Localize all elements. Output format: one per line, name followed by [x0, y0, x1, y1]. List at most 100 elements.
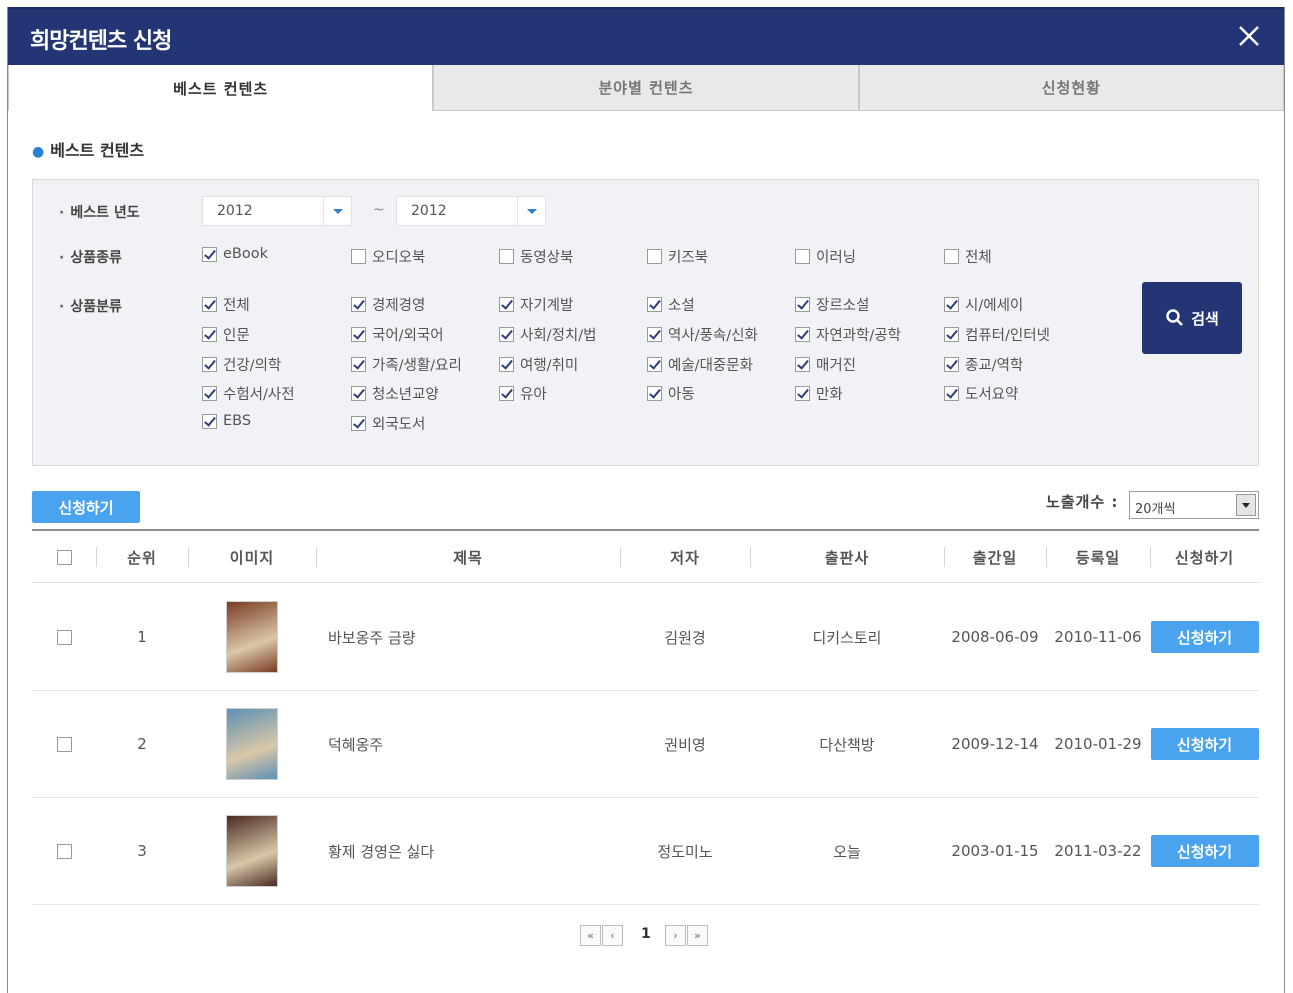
book-cover-image[interactable] — [226, 708, 278, 780]
page-size-select[interactable]: 20개씩 — [1129, 491, 1259, 519]
chevron-down-icon[interactable] — [517, 197, 545, 225]
next-page-button[interactable]: › — [665, 925, 686, 946]
checkbox[interactable] — [795, 357, 810, 372]
category-checkbox[interactable]: 유아 — [499, 383, 547, 404]
category-checkbox[interactable]: 종교/역학 — [944, 354, 1023, 375]
type-checkbox[interactable]: 키즈북 — [647, 246, 708, 267]
checkbox[interactable] — [944, 386, 959, 401]
category-checkbox[interactable]: 역사/풍속/신화 — [647, 324, 758, 345]
category-checkbox[interactable]: 수험서/사전 — [202, 383, 295, 404]
category-checkbox[interactable]: 인문 — [202, 324, 250, 345]
chevron-down-icon[interactable] — [323, 197, 351, 225]
checkbox-label: 자기계발 — [520, 298, 574, 314]
checkbox[interactable] — [795, 327, 810, 342]
last-page-button[interactable]: » — [687, 925, 708, 946]
type-checkbox[interactable]: 오디오북 — [351, 246, 425, 267]
row-checkbox[interactable] — [56, 736, 72, 752]
category-checkbox[interactable]: 소설 — [647, 294, 695, 315]
chevron-down-icon[interactable] — [1236, 494, 1256, 516]
checkbox[interactable] — [499, 386, 514, 401]
category-checkbox[interactable]: 여행/취미 — [499, 354, 578, 375]
checkbox[interactable] — [351, 416, 366, 431]
row-checkbox[interactable] — [56, 629, 72, 645]
year-to-select[interactable]: 2012 — [396, 196, 546, 226]
category-checkbox[interactable]: 전체 — [202, 294, 250, 315]
checkbox[interactable] — [944, 249, 959, 264]
category-checkbox[interactable]: 만화 — [795, 383, 843, 404]
category-checkbox[interactable]: 예술/대중문화 — [647, 354, 753, 375]
category-checkbox[interactable]: 자연과학/공학 — [795, 324, 901, 345]
category-checkbox[interactable]: 도서요약 — [944, 383, 1018, 404]
checkbox[interactable] — [647, 297, 662, 312]
checkbox[interactable] — [944, 357, 959, 372]
prev-page-button[interactable]: ‹ — [602, 925, 623, 946]
checkbox[interactable] — [202, 327, 217, 342]
category-checkbox[interactable]: 외국도서 — [351, 413, 425, 434]
checkbox[interactable] — [202, 413, 217, 429]
checkbox[interactable] — [647, 327, 662, 342]
checkbox[interactable] — [795, 249, 810, 264]
category-checkbox[interactable]: 장르소설 — [795, 294, 869, 315]
select-all-checkbox[interactable] — [56, 549, 72, 565]
category-checkbox[interactable]: 건강/의학 — [202, 354, 281, 375]
checkbox[interactable] — [647, 357, 662, 372]
category-checkbox[interactable]: 매거진 — [795, 354, 856, 375]
category-checkbox[interactable]: 컴퓨터/인터넷 — [944, 324, 1050, 345]
checkbox[interactable] — [499, 327, 514, 342]
checkbox[interactable] — [499, 357, 514, 372]
type-checkbox[interactable]: eBook — [202, 246, 268, 262]
checkbox[interactable] — [351, 297, 366, 312]
title-cell[interactable]: 황제 경영은 싫다 — [328, 798, 620, 904]
checkbox[interactable] — [351, 386, 366, 401]
checkbox[interactable] — [795, 297, 810, 312]
checkbox-label: 전체 — [965, 250, 992, 266]
category-checkbox[interactable]: EBS — [202, 413, 251, 429]
checkbox[interactable] — [351, 357, 366, 372]
checkbox[interactable] — [202, 386, 217, 401]
request-button[interactable]: 신청하기 — [1150, 728, 1259, 760]
category-checkbox[interactable]: 아동 — [647, 383, 695, 404]
checkbox[interactable] — [647, 386, 662, 401]
checkbox[interactable] — [647, 249, 662, 264]
checkbox[interactable] — [499, 297, 514, 312]
type-checkbox[interactable]: 동영상북 — [499, 246, 573, 267]
apply-selected-button[interactable]: 신청하기 — [32, 491, 140, 523]
tab-category-contents[interactable]: 분야별 컨텐츠 — [433, 65, 859, 111]
row-checkbox[interactable] — [56, 843, 72, 859]
request-button[interactable]: 신청하기 — [1150, 835, 1259, 867]
checkbox[interactable] — [351, 249, 366, 264]
category-checkbox[interactable]: 청소년교양 — [351, 383, 439, 404]
category-checkbox[interactable]: 사회/정치/법 — [499, 324, 596, 345]
category-checkbox[interactable]: 국어/외국어 — [351, 324, 444, 345]
request-button[interactable]: 신청하기 — [1150, 621, 1259, 653]
category-checkbox[interactable]: 경제경영 — [351, 294, 425, 315]
category-checkbox[interactable]: 자기계발 — [499, 294, 573, 315]
tab-request-status[interactable]: 신청현황 — [858, 65, 1284, 111]
type-checkbox[interactable]: 이러닝 — [795, 246, 856, 267]
book-cover-image[interactable] — [226, 601, 278, 673]
dialog-title: 희망컨텐츠 신청 — [30, 29, 172, 54]
title-cell[interactable]: 바보옹주 금량 — [328, 584, 620, 690]
category-checkbox[interactable]: 시/에세이 — [944, 294, 1023, 315]
close-icon[interactable] — [1236, 23, 1262, 49]
checkbox[interactable] — [351, 327, 366, 342]
checkbox[interactable] — [202, 357, 217, 372]
type-checkbox[interactable]: 전체 — [944, 246, 992, 267]
checkbox[interactable] — [202, 297, 217, 312]
year-from-select[interactable]: 2012 — [202, 196, 352, 226]
checkbox-label: 아동 — [668, 387, 695, 403]
category-checkbox[interactable]: 가족/생활/요리 — [351, 354, 462, 375]
cover-cell — [188, 691, 316, 797]
checkbox[interactable] — [202, 246, 217, 262]
checkbox[interactable] — [499, 249, 514, 264]
checkbox[interactable] — [944, 297, 959, 312]
search-button[interactable]: 검색 — [1142, 282, 1242, 354]
first-page-button[interactable]: « — [580, 925, 601, 946]
checkbox[interactable] — [795, 386, 810, 401]
checkbox[interactable] — [944, 327, 959, 342]
page-number-current[interactable]: 1 — [641, 926, 651, 942]
title-cell[interactable]: 덕혜옹주 — [328, 691, 620, 797]
request-cell: 신청하기 — [1150, 691, 1259, 797]
book-cover-image[interactable] — [226, 815, 278, 887]
tab-best-contents[interactable]: 베스트 컨텐츠 — [8, 65, 434, 111]
